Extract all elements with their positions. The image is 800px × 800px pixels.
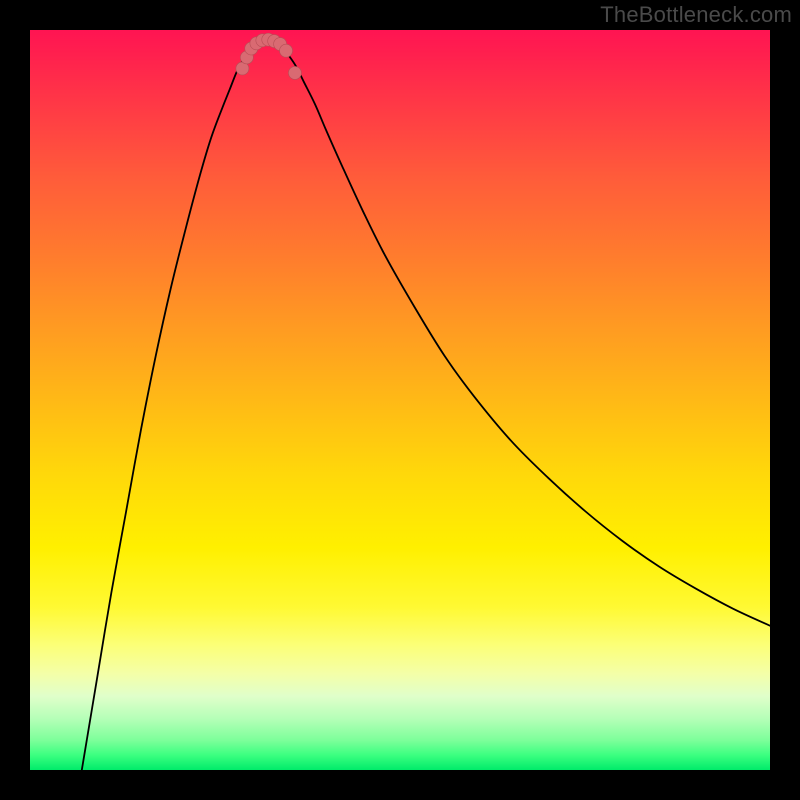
highlight-dot xyxy=(280,44,293,57)
chart-container: TheBottleneck.com xyxy=(0,0,800,800)
highlight-dots-group xyxy=(236,33,302,79)
plot-svg xyxy=(30,30,770,770)
watermark-text: TheBottleneck.com xyxy=(600,2,792,28)
bottleneck-curve xyxy=(82,41,770,770)
plot-area xyxy=(30,30,770,770)
highlight-dot xyxy=(288,66,301,79)
